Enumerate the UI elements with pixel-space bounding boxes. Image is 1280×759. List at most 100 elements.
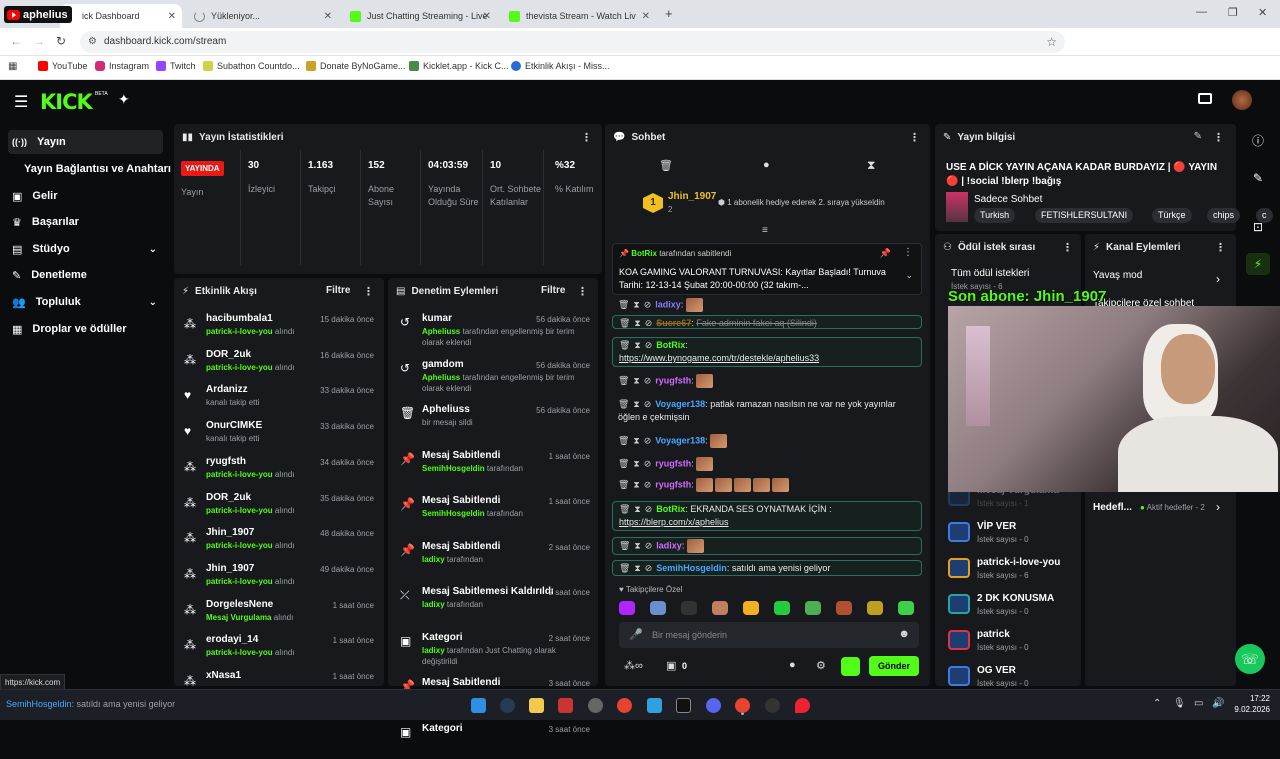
- bookmark-item[interactable]: Etkinlik Akışı - Miss...: [511, 61, 610, 71]
- sidebar-item-denetleme[interactable]: ✎ Denetleme: [8, 263, 163, 287]
- chat-link[interactable]: https://blerp.com/x/aphelius: [619, 517, 729, 527]
- chat-message[interactable]: 🗑⧗⊘Sucre67: Fake adminin fakei aq (Silin…: [612, 315, 922, 329]
- mod-tools-icon[interactable]: 🗑⧗⊘: [619, 563, 656, 573]
- mod-action-item[interactable]: ↺ kumar Apheliuss tarafından engellenmiş b…: [394, 313, 594, 349]
- hamburger-menu-icon[interactable]: ☰: [14, 92, 28, 112]
- mod-action-item[interactable]: ▣ Kategori ladixy tarafından Just Chatting…: [394, 632, 594, 668]
- send-button[interactable]: Gönder: [869, 656, 919, 676]
- reward-item[interactable]: patrick İstek sayısı - 0: [948, 628, 1078, 664]
- emoji-icon[interactable]: ☻: [898, 628, 910, 640]
- feed-user[interactable]: Ardanizz: [206, 384, 248, 395]
- tag-chip[interactable]: FETISHLERSULTANI: [1035, 208, 1134, 223]
- mod-tools-icon[interactable]: 🗑⧗⊘: [618, 479, 655, 489]
- menu-dots-icon[interactable]: ⋮: [903, 247, 913, 258]
- reload-icon[interactable]: ↻: [56, 34, 66, 48]
- mod-action-item[interactable]: 📌 Mesaj Sabitlendi SemihHosgeldin tarafınd…: [394, 495, 594, 531]
- chat-message[interactable]: 🗑⧗⊘ryugfsth:: [612, 456, 922, 472]
- chat-username[interactable]: SemihHosgeldin: [656, 563, 727, 573]
- bookmark-item[interactable]: Donate ByNoGame...: [306, 61, 406, 71]
- back-icon[interactable]: ←: [10, 34, 22, 48]
- sidebar-item-studyo[interactable]: ▤ Stüdyo ⌄: [8, 237, 163, 261]
- collapse-icon[interactable]: ≡: [762, 225, 768, 236]
- app-icon[interactable]: [676, 698, 691, 713]
- support-chat-icon[interactable]: ☏: [1235, 644, 1265, 674]
- mod-tools-icon[interactable]: 🗑⧗⊘: [619, 340, 656, 350]
- feed-user[interactable]: Jhin_1907: [206, 563, 254, 574]
- file-explorer-icon[interactable]: [529, 698, 544, 713]
- tab-just-chatting[interactable]: Just Chatting Streaming - Live ✕: [342, 4, 497, 28]
- kick-logo[interactable]: KICK: [40, 90, 93, 114]
- mod-tools-icon[interactable]: 🗑⧗⊘: [618, 375, 655, 385]
- mod-actor[interactable]: ladixy: [422, 646, 445, 655]
- chat-message[interactable]: 🗑⧗⊘SemihHosgeldin: satıldı ama yenisi ge…: [612, 560, 922, 576]
- mod-tools-icon[interactable]: 🗑⧗⊘: [619, 504, 656, 514]
- all-rewards-link[interactable]: Tüm ödül istekleri: [951, 268, 1029, 279]
- menu-dots-icon[interactable]: ⋮: [1213, 131, 1224, 144]
- slow-mode-toggle[interactable]: Yavaş mod: [1093, 270, 1142, 281]
- tab-loading[interactable]: Yükleniyor... ✕: [186, 4, 338, 28]
- sidebar-item-topluluk[interactable]: 👥 Topluluk ⌄: [8, 290, 163, 314]
- app-icon[interactable]: [588, 698, 603, 713]
- quick-emote-icon[interactable]: [841, 657, 860, 676]
- hourglass-icon[interactable]: ⧗: [867, 158, 875, 173]
- category-name[interactable]: Sadece Sohbet: [974, 194, 1042, 205]
- steam-icon[interactable]: [500, 698, 515, 713]
- feed-user[interactable]: DOR_2uk: [206, 492, 251, 503]
- tab-kick-dashboard[interactable]: ick Dashboard ✕: [60, 4, 182, 28]
- sidebar-item-yayin[interactable]: ((·)) Yayın: [8, 130, 163, 154]
- mod-actor[interactable]: SemihHosgeldin: [422, 464, 485, 473]
- window-close-icon[interactable]: ✕: [1258, 6, 1267, 19]
- close-icon[interactable]: ✕: [168, 11, 176, 22]
- chat-username[interactable]: Voyager138: [655, 435, 705, 445]
- emote-picker-item[interactable]: [774, 601, 790, 615]
- chat-bubble-icon[interactable]: ●: [789, 659, 796, 671]
- creator-tools-icon[interactable]: ✦: [118, 91, 130, 108]
- emote-picker-item[interactable]: [805, 601, 821, 615]
- chat-message[interactable]: 🗑⧗⊘BotRix: EKRANDA SES OYNATMAK İÇİN : ht…: [612, 501, 922, 531]
- start-icon[interactable]: [471, 698, 486, 713]
- feed-user[interactable]: DorgelesNene: [206, 599, 273, 610]
- lightning-icon[interactable]: ⚡: [1246, 253, 1270, 275]
- mod-action-item[interactable]: ⤫ Mesaj Sabitlemesi Kaldırıldı ladixy tara…: [394, 586, 594, 622]
- emote-picker-item[interactable]: [619, 601, 635, 615]
- mod-tools-icon[interactable]: 🗑⧗⊘: [619, 540, 656, 550]
- feed-user[interactable]: xNasa1: [206, 670, 241, 681]
- mod-actor[interactable]: Apheliuss: [422, 327, 460, 336]
- chat-message[interactable]: 🗑⧗⊘ladixy:: [612, 537, 922, 555]
- chevron-right-icon[interactable]: ›: [1216, 500, 1220, 514]
- tag-chip[interactable]: Türkçe: [1152, 208, 1192, 223]
- new-tab-icon[interactable]: +: [665, 6, 673, 21]
- mod-action-item[interactable]: 📌 Mesaj Sabitlendi ladixy tarafından 2 saat…: [394, 541, 594, 577]
- mod-actor[interactable]: ladixy: [422, 555, 445, 564]
- chevron-down-icon[interactable]: ⌄: [905, 270, 913, 281]
- feed-user[interactable]: hacibumbala1: [206, 313, 273, 324]
- chat-link[interactable]: https://www.bynogame.com/tr/destekle/aph…: [619, 353, 819, 363]
- forward-icon[interactable]: →: [33, 34, 45, 48]
- app-icon[interactable]: [558, 698, 573, 713]
- clock[interactable]: 17:22 9.02.2026: [1232, 693, 1270, 715]
- feed-user[interactable]: ryugfsth: [206, 456, 246, 467]
- gift-user[interactable]: Jhin_1907: [668, 191, 716, 202]
- mod-action-item[interactable]: ↺ gamdom Apheliuss tarafından engellenmiş …: [394, 359, 594, 395]
- reward-item[interactable]: 2 DK KONUSMA İstek sayısı - 0: [948, 592, 1078, 628]
- mod-tools-icon[interactable]: 🗑⧗⊘: [618, 299, 655, 309]
- pinned-message[interactable]: 📌 BotRix tarafından sabitlendi KOA GAMIN…: [612, 243, 922, 295]
- mod-action-item[interactable]: 📌 Mesaj Sabitlendi SemihHosgeldin tarafınd…: [394, 450, 594, 486]
- reward-item[interactable]: patrick-i-love-you İstek sayısı - 6: [948, 556, 1078, 592]
- menu-dots-icon[interactable]: ⋮: [363, 285, 374, 298]
- close-icon[interactable]: ✕: [324, 11, 332, 22]
- menu-dots-icon[interactable]: ⋮: [581, 131, 592, 144]
- chat-mode-icon[interactable]: ●: [763, 159, 770, 171]
- bookmark-item[interactable]: YouTube: [38, 61, 87, 71]
- gift-icon[interactable]: ▣: [666, 659, 676, 672]
- chat-message[interactable]: 🗑⧗⊘ryugfsth:: [612, 373, 922, 389]
- mod-tools-icon[interactable]: 🗑⧗⊘: [618, 458, 655, 468]
- chat-message[interactable]: 🗑⧗⊘Voyager138: patlak ramazan nasılsın n…: [612, 397, 922, 425]
- filter-button[interactable]: Filtre: [541, 285, 565, 296]
- mod-tools-icon[interactable]: 🗑⧗⊘: [618, 435, 655, 445]
- expand-icon[interactable]: ⊡: [1246, 216, 1270, 238]
- bookmark-item[interactable]: Kicklet.app - Kick C...: [409, 61, 509, 71]
- feed-item[interactable]: ⁂ hacibumbala1 patrick-i-love-you alındı 15…: [180, 313, 380, 347]
- obs-icon[interactable]: [765, 698, 780, 713]
- feed-item[interactable]: ♥ OnurCIMKE kanalı takip etti 33 dakika önc…: [180, 420, 380, 454]
